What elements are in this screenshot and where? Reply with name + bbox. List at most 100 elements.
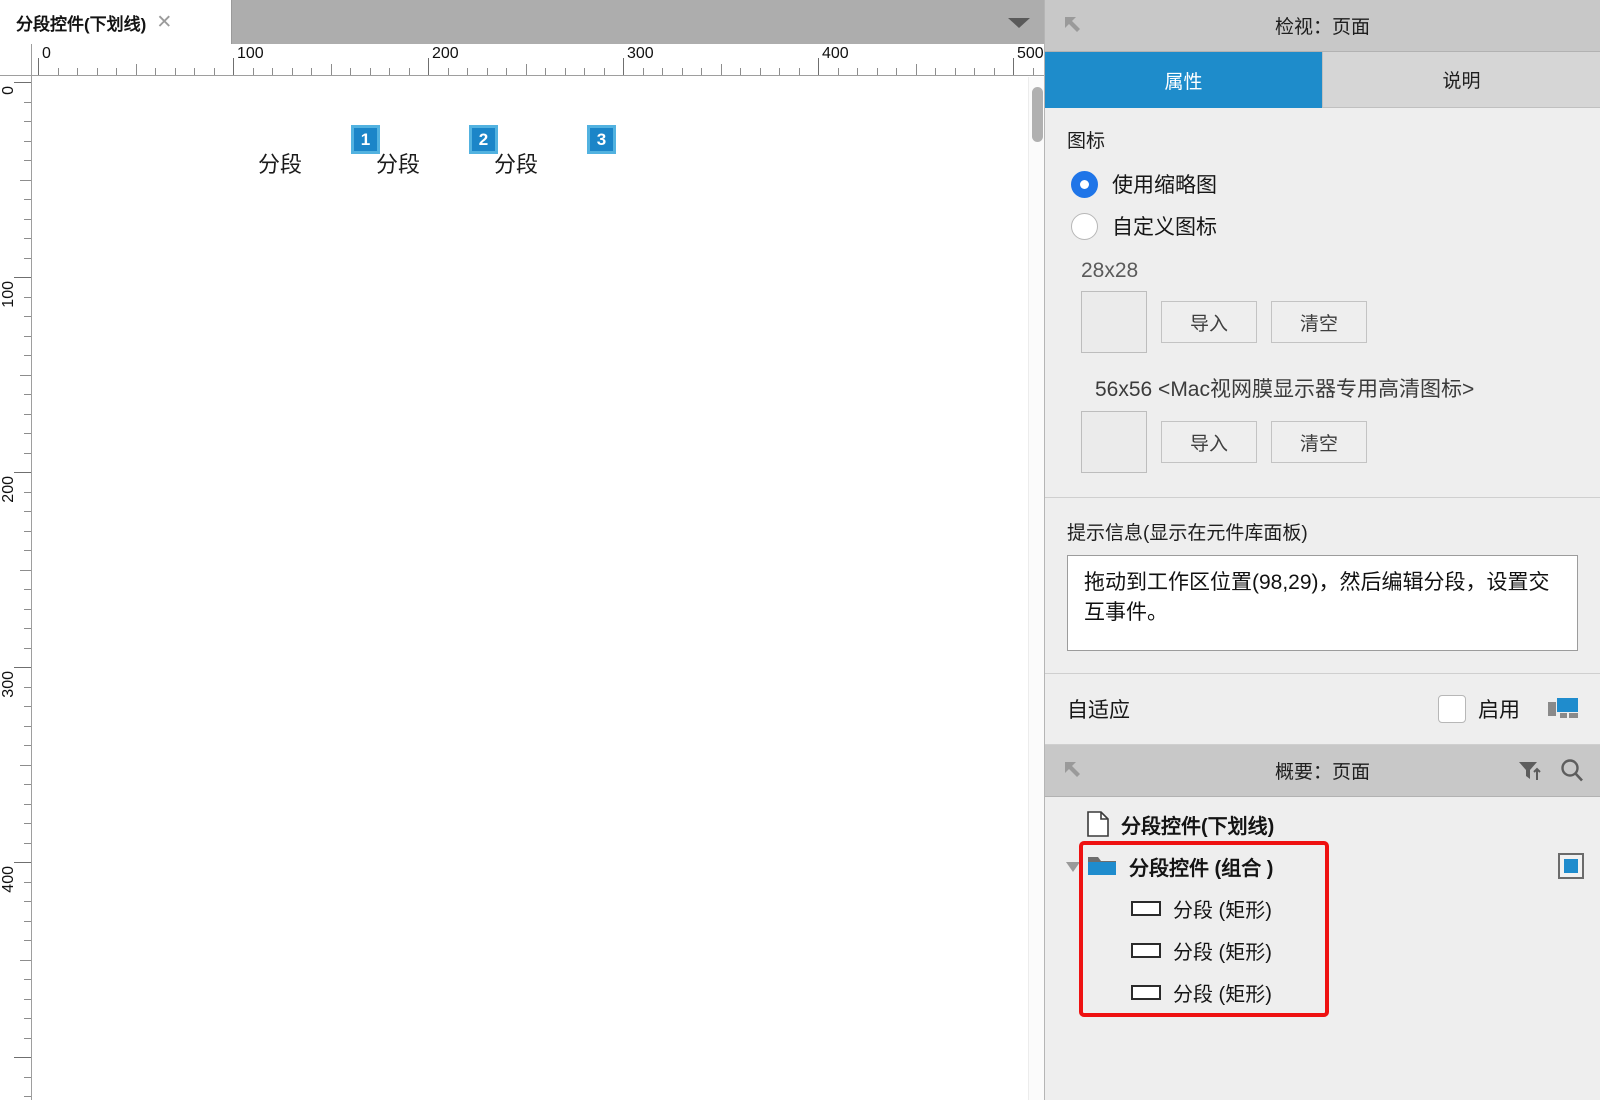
ruler-label: 0 — [42, 45, 51, 62]
tree-label-rect: 分段 (矩形) — [1173, 983, 1272, 1006]
twisty-expanded-icon[interactable] — [1063, 856, 1083, 876]
ruler-tick — [24, 160, 31, 161]
inspector-title: 检视：页面 — [1274, 17, 1370, 38]
ruler-tick — [14, 277, 31, 278]
ruler-tick — [116, 68, 117, 75]
ruler-tick — [857, 68, 858, 75]
clear-button-28[interactable]: 清空 — [1271, 301, 1367, 343]
import-button-56[interactable]: 导入 — [1161, 421, 1257, 463]
ruler-tick — [24, 921, 31, 922]
page-icon — [1087, 811, 1109, 837]
chevron-down-icon[interactable] — [1008, 18, 1030, 28]
ruler-tick — [58, 68, 59, 75]
tree-row-page[interactable]: 分段控件(下划线) — [1045, 803, 1600, 845]
ruler-tick — [24, 394, 31, 395]
radio-icon-unchecked[interactable] — [1071, 212, 1098, 240]
adaptive-row: 自适应 启用 — [1045, 674, 1600, 744]
vertical-ruler[interactable]: 0 100 200 300 400 — [0, 76, 32, 1100]
filter-sort-icon[interactable] — [1516, 757, 1543, 784]
collapse-arrow-icon[interactable] — [1063, 15, 1085, 37]
radio-use-thumbnail[interactable]: 使用缩略图 — [1045, 163, 1600, 205]
horizontal-ruler[interactable]: 0 100 200 300 400 500 — [32, 44, 1044, 76]
close-icon[interactable]: ✕ — [156, 13, 172, 32]
ruler-tick — [682, 68, 683, 75]
tab-properties[interactable]: 属性 — [1045, 52, 1322, 108]
tab-notes[interactable]: 说明 — [1322, 52, 1600, 108]
tree-row-rect[interactable]: 分段 (矩形) — [1045, 971, 1600, 1013]
inspector-header: 检视：页面 — [1045, 0, 1600, 52]
right-panel: 检视：页面 属性 说明 图标 使用缩略图 自定义图标 28x28 导入 清空 5… — [1044, 0, 1600, 1100]
ruler-tick — [24, 316, 31, 317]
ruler-tick — [565, 68, 566, 75]
tip-section: 提示信息(显示在元件库面板) 拖动到工作区位置(98,29)，然后编辑分段，设置… — [1045, 498, 1600, 674]
editor-area: 分段控件(下划线) ✕ 0 100 200 300 400 500 0 100 200 300 4… — [0, 0, 1044, 1100]
ruler-tick — [24, 1096, 31, 1097]
ruler-tick — [24, 453, 31, 454]
tree-label-page: 分段控件(下划线) — [1121, 815, 1275, 838]
ruler-tick — [20, 180, 31, 181]
ruler-tick — [994, 68, 995, 75]
ruler-tick — [24, 414, 31, 415]
ruler-tick — [14, 82, 31, 83]
ruler-tick — [24, 511, 31, 512]
tree-row-rect[interactable]: 分段 (矩形) — [1045, 887, 1600, 929]
ruler-label: 300 — [627, 45, 654, 62]
clear-button-56[interactable]: 清空 — [1271, 421, 1367, 463]
ruler-tick — [526, 64, 527, 75]
icon-section-title: 图标 — [1067, 131, 1106, 152]
design-canvas[interactable]: 分段 1 分段 2 分段 3 — [33, 77, 1028, 1100]
search-icon[interactable] — [1559, 757, 1586, 784]
collapse-arrow-icon[interactable] — [1063, 760, 1085, 782]
ruler-tick — [584, 68, 585, 75]
ruler-tick — [24, 882, 31, 883]
ruler-tick — [77, 68, 78, 75]
ruler-tick — [24, 297, 31, 298]
tree-label-group: 分段控件 (组合 ) — [1129, 857, 1274, 880]
scrollbar-thumb[interactable] — [1032, 87, 1043, 142]
ruler-tick — [175, 68, 176, 75]
import-button-28[interactable]: 导入 — [1161, 301, 1257, 343]
ruler-tick — [331, 64, 332, 75]
rectangle-icon — [1131, 900, 1161, 916]
ruler-tick — [272, 68, 273, 75]
ruler-tick — [214, 68, 215, 75]
adaptive-enable-checkbox[interactable] — [1438, 695, 1466, 723]
outline-tree[interactable]: 分段控件(下划线) 分段控件 (组合 ) 分段 (矩形) 分段 (矩形) 分段 … — [1045, 803, 1600, 1017]
radio-icon-checked[interactable] — [1071, 170, 1098, 198]
radio-custom-icon[interactable]: 自定义图标 — [1045, 205, 1600, 247]
ruler-tick — [24, 628, 31, 629]
ruler-tick — [292, 68, 293, 75]
tip-textarea[interactable]: 拖动到工作区位置(98,29)，然后编辑分段，设置交互事件。 — [1067, 555, 1578, 651]
ruler-label: 100 — [0, 281, 17, 308]
ruler-tick — [24, 219, 31, 220]
adaptive-view-icon[interactable] — [1548, 698, 1578, 720]
tab-page-active[interactable]: 分段控件(下划线) ✕ — [0, 0, 232, 44]
ruler-tick — [623, 58, 624, 75]
ruler-tick — [428, 58, 429, 75]
ruler-tick — [20, 960, 31, 961]
ruler-tick — [24, 1018, 31, 1019]
icon-preview-56[interactable] — [1081, 411, 1147, 473]
ruler-label: 500 — [1017, 45, 1044, 62]
ruler-tick — [760, 68, 761, 75]
ruler-tick — [253, 68, 254, 75]
tab-label: 分段控件(下划线) — [16, 14, 147, 34]
ruler-tick — [896, 68, 897, 75]
ruler-tick — [24, 102, 31, 103]
ruler-tick — [14, 1057, 31, 1058]
tree-row-group[interactable]: 分段控件 (组合 ) — [1045, 845, 1600, 887]
ruler-label: 100 — [237, 45, 264, 62]
tip-section-title: 提示信息(显示在元件库面板) — [1067, 523, 1308, 544]
canvas-vertical-scrollbar[interactable] — [1028, 77, 1044, 1100]
tree-row-rect[interactable]: 分段 (矩形) — [1045, 929, 1600, 971]
ruler-tick — [935, 68, 936, 75]
adaptive-label: 自适应 — [1067, 699, 1130, 722]
icon-preview-28[interactable] — [1081, 291, 1147, 353]
ruler-tick — [604, 68, 605, 75]
ruler-label: 200 — [0, 476, 17, 503]
ruler-tick — [24, 258, 31, 259]
ruler-tick — [24, 492, 31, 493]
ruler-tick — [155, 68, 156, 75]
group-selection-marker[interactable] — [1558, 853, 1584, 879]
tab-bar: 分段控件(下划线) ✕ — [0, 0, 1044, 44]
